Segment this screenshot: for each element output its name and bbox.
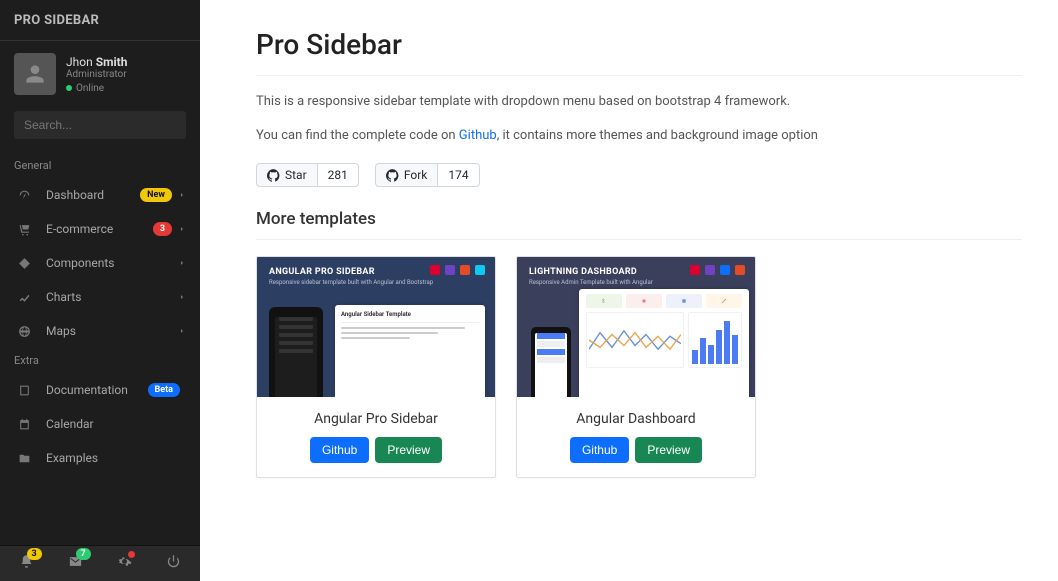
badge-new: New xyxy=(140,188,172,202)
search-input[interactable] xyxy=(24,118,179,132)
folder-icon xyxy=(14,452,34,465)
template-card: LIGHTNING DASHBOARD Responsive Admin Tem… xyxy=(516,256,756,478)
chevron-right-icon xyxy=(178,327,186,335)
github-button[interactable]: Github xyxy=(310,437,369,463)
section-general: General xyxy=(0,153,200,178)
card-body: Angular Dashboard Github Preview xyxy=(517,397,755,477)
github-icon xyxy=(386,169,399,182)
sidebar-footer: 3 7 xyxy=(0,545,200,581)
book-icon xyxy=(14,384,34,397)
card-thumbnail: ANGULAR PRO SIDEBAR Responsive sidebar t… xyxy=(257,257,495,397)
chevron-right-icon xyxy=(178,191,186,199)
tachometer-icon xyxy=(14,189,34,202)
cart-icon xyxy=(14,223,34,236)
sidebar-item-calendar[interactable]: Calendar xyxy=(0,407,200,441)
bell-count: 3 xyxy=(27,548,42,560)
sidebar-item-label: Examples xyxy=(46,451,186,465)
sidebar-item-examples[interactable]: Examples xyxy=(0,441,200,475)
main-content: Pro Sidebar This is a responsive sidebar… xyxy=(200,0,1058,581)
github-link[interactable]: Github xyxy=(459,128,497,143)
section-extra: Extra xyxy=(0,348,200,373)
github-icon xyxy=(267,169,280,182)
mock-phone xyxy=(531,327,571,397)
sidebar-brand: PRO SIDEBAR xyxy=(14,13,99,28)
user-status: Online xyxy=(66,83,127,94)
chevron-right-icon xyxy=(178,225,186,233)
sidebar-item-label: Calendar xyxy=(46,417,186,431)
user-block[interactable]: Jhon Smith Administrator Online xyxy=(0,41,200,103)
sidebar-item-documentation[interactable]: Documentation Beta xyxy=(0,373,200,407)
chevron-right-icon xyxy=(178,293,186,301)
user-meta: Jhon Smith Administrator Online xyxy=(66,55,127,94)
mock-desktop: Angular Sidebar Template xyxy=(335,305,485,397)
github-star-count[interactable]: 281 xyxy=(318,163,359,187)
diamond-icon xyxy=(14,257,34,270)
preview-button[interactable]: Preview xyxy=(375,437,442,463)
power-icon xyxy=(166,554,181,569)
github-fork-count[interactable]: 174 xyxy=(438,163,479,187)
settings-dot xyxy=(128,551,135,558)
tech-icons xyxy=(430,265,485,275)
globe-icon xyxy=(14,325,34,338)
github-button[interactable]: Github xyxy=(570,437,629,463)
footer-settings[interactable] xyxy=(100,554,149,573)
github-star-button[interactable]: Star xyxy=(256,163,318,187)
thumbnail-banner: ANGULAR PRO SIDEBAR xyxy=(269,267,375,277)
preview-button[interactable]: Preview xyxy=(635,437,702,463)
avatar xyxy=(14,53,56,95)
divider xyxy=(256,75,1022,76)
sidebar-item-components[interactable]: Components xyxy=(0,246,200,280)
thumbnail-subtitle: Responsive Admin Template built with Ang… xyxy=(529,279,653,286)
more-templates-title: More templates xyxy=(256,209,1022,229)
calendar-icon xyxy=(14,418,34,431)
thumbnail-subtitle: Responsive sidebar template built with A… xyxy=(269,279,433,286)
sidebar-item-dashboard[interactable]: Dashboard New xyxy=(0,178,200,212)
sidebar: PRO SIDEBAR Jhon Smith Administrator Onl… xyxy=(0,0,200,581)
sidebar-item-ecommerce[interactable]: E-commerce 3 xyxy=(0,212,200,246)
badge-beta: Beta xyxy=(148,383,180,397)
card-title: Angular Dashboard xyxy=(527,411,745,427)
sidebar-item-label: Dashboard xyxy=(46,188,140,202)
footer-messages[interactable]: 7 xyxy=(51,554,100,573)
sidebar-item-label: Documentation xyxy=(46,383,148,397)
template-cards: ANGULAR PRO SIDEBAR Responsive sidebar t… xyxy=(256,256,1022,478)
github-fork-button[interactable]: Fork xyxy=(375,163,439,187)
user-lastname: Smith xyxy=(96,55,128,69)
card-body: Angular Pro Sidebar Github Preview xyxy=(257,397,495,477)
sidebar-item-label: Maps xyxy=(46,324,178,338)
github-fork-pair: Fork 174 xyxy=(375,163,480,187)
badge-count: 3 xyxy=(153,222,172,236)
chart-icon xyxy=(14,291,34,304)
svg-text:$: $ xyxy=(602,297,605,304)
mock-phone xyxy=(269,307,323,397)
status-dot-icon xyxy=(66,85,72,91)
sidebar-item-maps[interactable]: Maps xyxy=(0,314,200,348)
footer-notifications[interactable]: 3 xyxy=(2,554,51,573)
sidebar-item-label: Charts xyxy=(46,290,178,304)
sidebar-header: PRO SIDEBAR xyxy=(0,0,200,41)
template-card: ANGULAR PRO SIDEBAR Responsive sidebar t… xyxy=(256,256,496,478)
card-thumbnail: LIGHTNING DASHBOARD Responsive Admin Tem… xyxy=(517,257,755,397)
search-box[interactable] xyxy=(14,111,186,139)
tech-icons xyxy=(690,265,745,275)
chevron-right-icon xyxy=(178,259,186,267)
mail-count: 7 xyxy=(76,548,91,560)
footer-power[interactable] xyxy=(149,554,198,573)
sidebar-item-label: Components xyxy=(46,256,178,270)
sidebar-item-label: E-commerce xyxy=(46,222,153,236)
divider xyxy=(256,239,1022,240)
card-title: Angular Pro Sidebar xyxy=(267,411,485,427)
mock-desktop: $ xyxy=(579,289,749,397)
github-buttons: Star 281 Fork 174 xyxy=(256,163,1022,187)
page-description-2: You can find the complete code on Github… xyxy=(256,126,1022,146)
thumbnail-banner: LIGHTNING DASHBOARD xyxy=(529,267,637,277)
user-role: Administrator xyxy=(66,69,127,80)
page-title: Pro Sidebar xyxy=(256,28,1022,61)
sidebar-item-charts[interactable]: Charts xyxy=(0,280,200,314)
page-description-1: This is a responsive sidebar template wi… xyxy=(256,92,1022,112)
user-firstname: Jhon xyxy=(66,55,93,69)
github-star-pair: Star 281 xyxy=(256,163,359,187)
